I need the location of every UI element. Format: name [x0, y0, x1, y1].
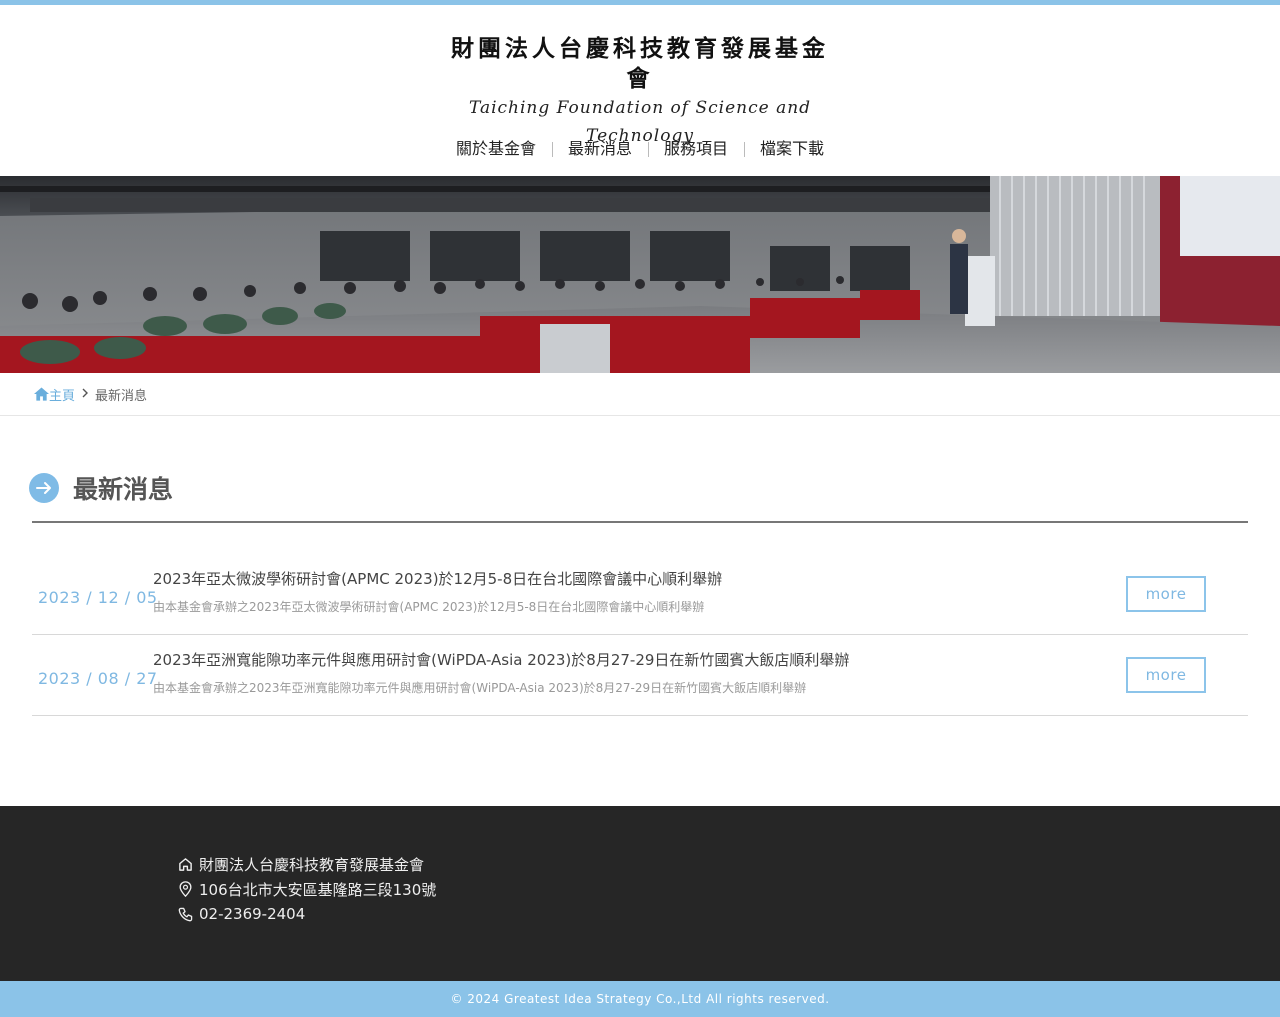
footer: 財團法人台慶科技教育發展基金會 106台北市大安區基隆路三段130號 02-23… — [0, 806, 1280, 981]
news-date: 2023 / 08 / 27 — [38, 669, 158, 688]
footer-address-text: 106台北市大安區基隆路三段130號 — [199, 880, 437, 899]
arrow-right-circle-icon — [29, 473, 59, 503]
conference-photo-icon — [0, 176, 1280, 373]
copyright-text: © 2024 Greatest Idea Strategy Co.,Ltd Al… — [450, 992, 830, 1006]
news-date: 2023 / 12 / 05 — [38, 588, 158, 607]
phone-icon — [178, 907, 193, 921]
footer-org-name-text: 財團法人台慶科技教育發展基金會 — [199, 855, 425, 874]
top-accent-bar — [0, 0, 1280, 5]
footer-phone-link[interactable]: 02-2369-2404 — [199, 905, 305, 923]
copyright-bar: © 2024 Greatest Idea Strategy Co.,Ltd Al… — [0, 981, 1280, 1017]
news-title-link[interactable]: 2023年亞洲寬能隙功率元件與應用研討會(WiPDA-Asia 2023)於8月… — [153, 649, 849, 670]
page-title: 最新消息 — [73, 475, 174, 504]
more-button[interactable]: more — [1126, 576, 1206, 612]
site-logo[interactable]: 財團法人台慶科技教育發展基金會 Taiching Foundation of S… — [440, 34, 840, 146]
breadcrumb-divider — [0, 415, 1280, 416]
logo-chinese-name: 財團法人台慶科技教育發展基金會 — [451, 35, 829, 92]
breadcrumb-home-link[interactable]: 主頁 — [34, 385, 75, 404]
breadcrumb-current: 最新消息 — [95, 388, 148, 404]
news-item: 2023 / 08 / 27 2023年亞洲寬能隙功率元件與應用研討會(WiPD… — [32, 635, 1248, 716]
nav-item-downloads[interactable]: 檔案下載 — [744, 139, 840, 159]
breadcrumb-home-label: 主頁 — [49, 388, 76, 404]
main-nav: 關於基金會 最新消息 服務項目 檔案下載 — [0, 136, 1280, 162]
home-outline-icon — [179, 857, 192, 871]
location-pin-icon — [179, 881, 192, 897]
breadcrumb: 主頁 最新消息 — [34, 384, 147, 404]
section-header: 最新消息 — [29, 470, 173, 506]
title-divider — [32, 521, 1248, 523]
more-button[interactable]: more — [1126, 657, 1206, 693]
footer-address: 106台北市大安區基隆路三段130號 — [178, 878, 436, 900]
home-icon — [34, 387, 49, 401]
footer-org-name: 財團法人台慶科技教育發展基金會 — [178, 853, 424, 875]
news-title-link[interactable]: 2023年亞太微波學術研討會(APMC 2023)於12月5-8日在台北國際會議… — [153, 568, 722, 589]
news-item: 2023 / 12 / 05 2023年亞太微波學術研討會(APMC 2023)… — [32, 554, 1248, 635]
footer-phone: 02-2369-2404 — [178, 903, 305, 925]
hero-banner — [0, 176, 1280, 373]
nav-item-news[interactable]: 最新消息 — [551, 139, 648, 159]
nav-item-services[interactable]: 服務項目 — [648, 139, 744, 159]
chevron-right-icon — [81, 387, 89, 402]
news-description: 由本基金會承辦之2023年亞洲寬能隙功率元件與應用研討會(WiPDA-Asia … — [153, 681, 807, 695]
nav-item-about[interactable]: 關於基金會 — [440, 139, 552, 159]
news-description: 由本基金會承辦之2023年亞太微波學術研討會(APMC 2023)於12月5-8… — [153, 600, 705, 614]
